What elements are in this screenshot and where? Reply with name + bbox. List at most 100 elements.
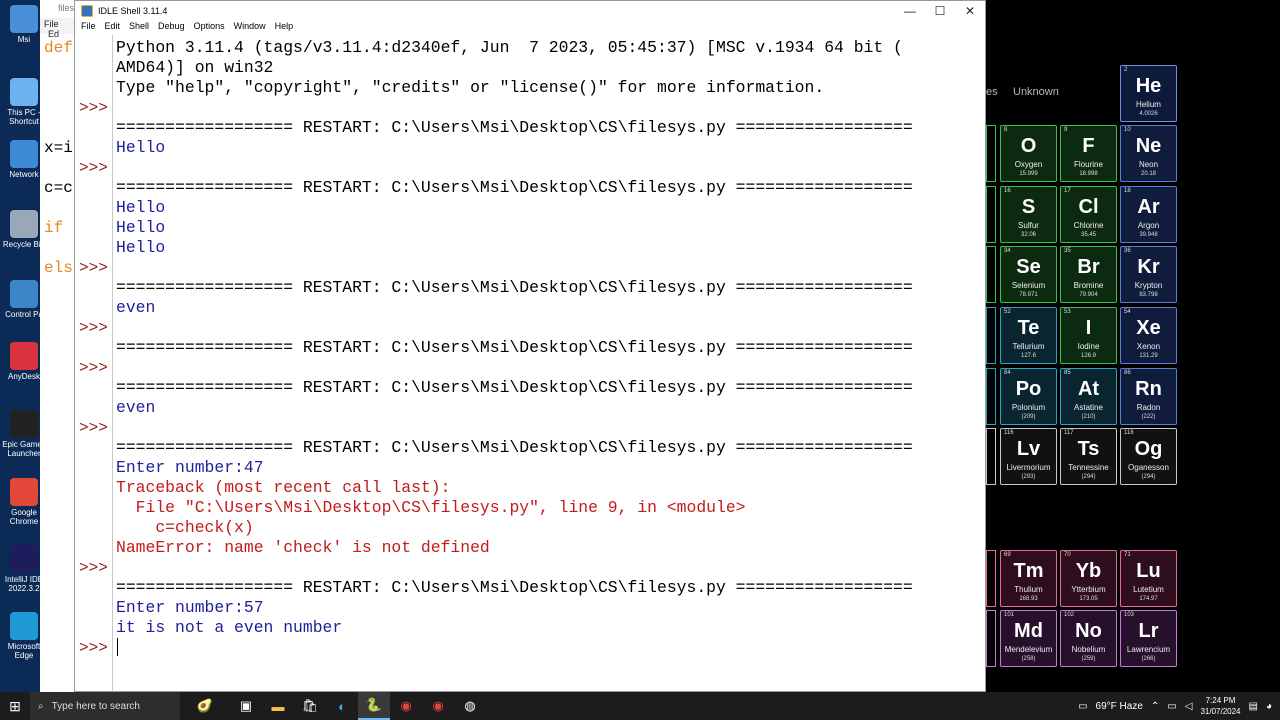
element-symbol: Md: [1014, 620, 1043, 642]
task-view-icon[interactable]: ▣: [230, 692, 262, 720]
clock[interactable]: 7:24 PM 31/07/2024: [1200, 695, 1240, 717]
chrome-icon[interactable]: ◉: [390, 692, 422, 720]
element-symbol: Og: [1134, 438, 1163, 460]
element-cell: 69 Tm Thulium 168.93: [1000, 550, 1057, 607]
shell-line: ================== RESTART: C:\Users\Msi…: [116, 278, 913, 297]
chrome-desktop-icon: [10, 478, 38, 506]
editor-window-background[interactable]: files File Ed def x=i c=c if els: [40, 0, 76, 692]
element-weight: 168.93: [1019, 596, 1038, 602]
element-name: Oxygen: [1014, 160, 1043, 169]
code-line: if: [44, 219, 64, 237]
element-symbol: F: [1082, 135, 1095, 157]
element-cell: 70 Yb Ytterbium 173.05: [1060, 550, 1117, 607]
shell-line: Type "help", "copyright", "credits" or "…: [116, 78, 825, 97]
color-app-icon[interactable]: ◕: [1266, 701, 1272, 712]
search-icon: ⌕: [38, 700, 44, 712]
element-cell: 53 I Iodine 126.9: [1060, 307, 1117, 364]
element-weight: (294): [1081, 474, 1096, 480]
menu-edit[interactable]: Edit: [105, 21, 121, 35]
element-name: Sulfur: [1018, 221, 1039, 230]
menu-debug[interactable]: Debug: [158, 21, 185, 35]
title-bar[interactable]: IDLE Shell 3.11.4 — ☐ ✕: [75, 1, 985, 21]
periodic-table-wallpaper: es Unknown 2 He Helium 4.0026 8 O Oxygen 15.999…: [986, 0, 1280, 692]
menu-window[interactable]: Window: [234, 21, 266, 35]
element-cell: 116 Lv Livermorium (293): [1000, 428, 1057, 485]
minimize-button[interactable]: —: [895, 1, 925, 21]
weather-text[interactable]: 69°F Haze: [1096, 701, 1143, 712]
volume-icon[interactable]: ◁: [1185, 701, 1193, 712]
error-line: c=check(x): [116, 518, 254, 537]
code-line: def: [44, 39, 73, 57]
element-number: 35: [1064, 248, 1071, 254]
element-name: Bromine: [1073, 281, 1104, 290]
code-line: x=i: [44, 139, 73, 157]
element-number: 69: [1004, 552, 1011, 558]
element-name: Mendelevium: [1004, 645, 1053, 654]
element-number: 10: [1124, 127, 1131, 133]
edge-icon[interactable]: ◐: [326, 692, 358, 720]
element-symbol: Cl: [1078, 196, 1099, 218]
element-cell: 35 Br Bromine 79.904: [1060, 246, 1117, 303]
element-number: 9: [1064, 127, 1068, 133]
element-name: Lawrencium: [1126, 645, 1171, 654]
store-icon[interactable]: 🛍: [294, 692, 326, 720]
element-symbol: Po: [1015, 378, 1042, 400]
element-weight: 126.9: [1080, 353, 1096, 359]
element-symbol: Kr: [1137, 256, 1160, 278]
element-weight: 79.904: [1079, 292, 1098, 298]
element-number: 71: [1124, 552, 1131, 558]
menu-options[interactable]: Options: [194, 21, 225, 35]
element-weight: 35.45: [1080, 232, 1096, 238]
element-symbol: Lu: [1136, 560, 1161, 582]
element-weight: 174.97: [1139, 596, 1158, 602]
shell-line: ================== RESTART: C:\Users\Msi…: [116, 178, 913, 197]
element-number: 34: [1004, 248, 1011, 254]
element-weight: 15.999: [1019, 171, 1038, 177]
shell-line: ================== RESTART: C:\Users\Msi…: [116, 378, 913, 397]
shell-area[interactable]: >>> >>> >>> >>> >>> >>> >>> >>> Python 3.11.4 (…: [75, 35, 985, 691]
element-number: 17: [1064, 188, 1071, 194]
error-line: Traceback (most recent call last):: [116, 478, 451, 497]
unknown-label: Unknown: [1013, 86, 1059, 98]
taskbar-search[interactable]: ⌕ Type here to search: [30, 692, 180, 720]
element-symbol: Se: [1016, 256, 1041, 278]
element-number: 16: [1004, 188, 1011, 194]
menu-file[interactable]: File: [81, 21, 96, 35]
element-symbol: Lv: [1016, 438, 1041, 460]
output-line: Enter number:57: [116, 598, 264, 617]
element-cell: 34 Se Selenium 78.971: [1000, 246, 1057, 303]
close-button[interactable]: ✕: [955, 1, 985, 21]
menu-help[interactable]: Help: [275, 21, 294, 35]
element-cell: 102 No Nobelium (259): [1060, 610, 1117, 667]
menu-shell[interactable]: Shell: [129, 21, 149, 35]
idle-shell-window[interactable]: IDLE Shell 3.11.4 — ☐ ✕ File Edit Shell …: [74, 0, 986, 692]
editor-menu-file[interactable]: File: [44, 19, 59, 29]
shell-line: ================== RESTART: C:\Users\Msi…: [116, 438, 913, 457]
desktop-icon-column: Msi This PC - Shortcut Network Recycle Bin C…: [0, 0, 46, 692]
network-icon[interactable]: ▭: [1167, 701, 1176, 712]
element-cell: 71 Lu Lutetium 174.97: [1120, 550, 1177, 607]
cortana-avocado-icon[interactable]: 🥑: [180, 692, 230, 720]
recording-app-icon[interactable]: ◍: [454, 692, 486, 720]
shell-prompt: >>>: [79, 359, 108, 377]
idle-taskbar-icon[interactable]: 🐍: [358, 692, 390, 720]
chrome-profile-icon[interactable]: ◉: [422, 692, 454, 720]
maximize-button[interactable]: ☐: [925, 1, 955, 21]
element-cell-partial: [986, 550, 996, 607]
element-name: Polonium: [1011, 403, 1046, 412]
notification-icon[interactable]: ▤: [1249, 701, 1258, 712]
weather-icon[interactable]: ▭: [1078, 701, 1087, 712]
shell-text[interactable]: Python 3.11.4 (tags/v3.11.4:d2340ef, Jun…: [116, 35, 972, 691]
element-number: 86: [1124, 370, 1131, 376]
code-line: c=c: [44, 179, 73, 197]
epic-games-icon: [10, 410, 38, 438]
windows-start-icon[interactable]: ⊞: [0, 698, 30, 715]
element-cell: 8 O Oxygen 15.999: [1000, 125, 1057, 182]
element-cell-partial: [986, 186, 996, 243]
tray-chevron-icon[interactable]: ⌃: [1151, 701, 1159, 712]
output-line: Hello: [116, 218, 166, 237]
output-line: Hello: [116, 138, 166, 157]
file-explorer-icon[interactable]: ▬: [262, 692, 294, 720]
msi-user-icon: [10, 5, 38, 33]
element-weight: (209): [1021, 414, 1036, 420]
